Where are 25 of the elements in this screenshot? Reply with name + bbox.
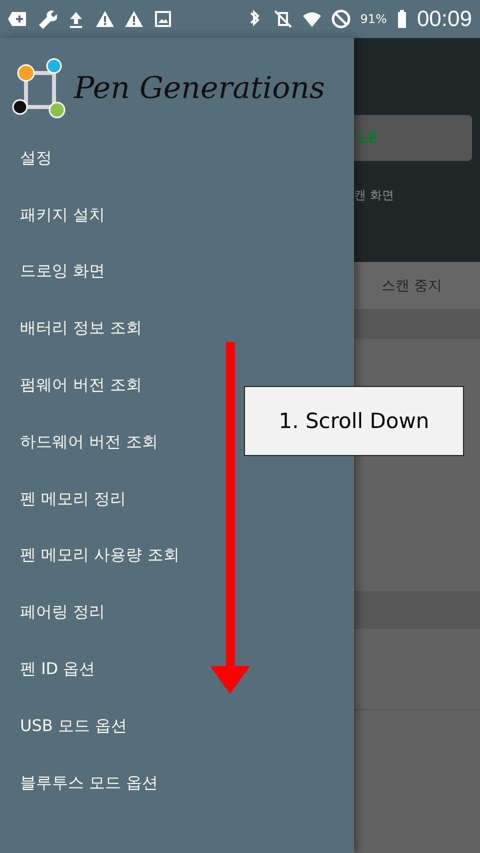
block-icon — [331, 9, 352, 29]
warning-icon — [124, 9, 144, 29]
menu-item[interactable]: 펜 메모리 정리 — [0, 470, 132, 528]
add-icon — [8, 9, 28, 29]
menu-item[interactable]: 하드웨어 버전 조회 — [0, 414, 164, 471]
menu-item[interactable]: 블루투스 모드 옵션 — [0, 754, 164, 812]
menu-item[interactable]: 설정 — [0, 130, 58, 187]
callout-label: 1. Scroll Down — [244, 386, 464, 456]
wrench-icon — [37, 9, 57, 29]
battery-icon — [396, 9, 408, 29]
warning-icon — [95, 9, 115, 29]
battery-percent: 91% — [360, 12, 387, 26]
menu-item[interactable]: 배터리 정보 조회 — [0, 300, 148, 358]
screen-caption: 캔 화면 — [354, 187, 395, 204]
menu-item[interactable]: 드로잉 화면 — [0, 244, 112, 300]
menu-item[interactable]: 페어링 정리 — [0, 584, 112, 642]
menu-item[interactable]: 패키지 설치 — [0, 186, 112, 244]
vibrate-mute-icon — [273, 9, 294, 29]
menu-item[interactable]: 펜 ID 옵션 — [0, 641, 102, 698]
menu-item[interactable]: 펌웨어 버전 조회 — [0, 357, 148, 414]
menu-item[interactable]: 펜 메모리 사용량 조회 — [0, 528, 186, 584]
image-icon — [153, 9, 173, 29]
menu-item[interactable]: USB 모드 옵션 — [0, 698, 134, 755]
logo-text: Pen Generations — [74, 70, 325, 106]
clock: 00:09 — [416, 6, 472, 32]
